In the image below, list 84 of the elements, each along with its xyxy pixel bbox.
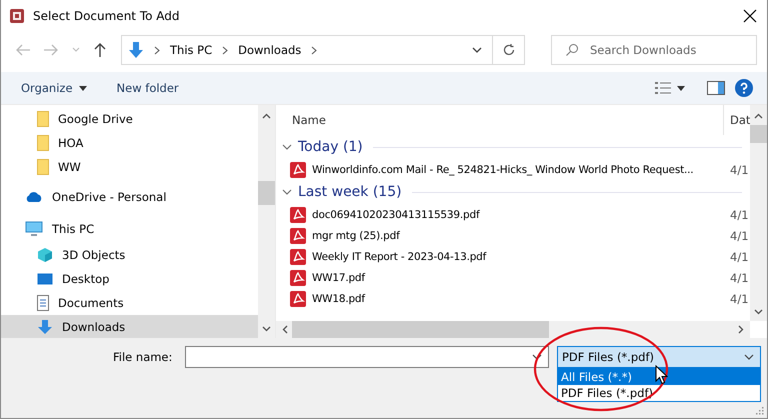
- folder-icon: [37, 111, 49, 127]
- address-bar[interactable]: This PC Downloads: [121, 35, 493, 65]
- file-name[interactable]: Winworldinfo.com Mail - Re_ 524821-Hicks_ Window World Photo Request...: [312, 164, 724, 176]
- close-icon[interactable]: [743, 9, 757, 23]
- chevron-right-icon: [154, 46, 160, 54]
- folder-icon: [37, 135, 49, 151]
- caret-icon[interactable]: [677, 86, 685, 90]
- search-icon: [565, 43, 579, 57]
- chevron-right-icon: [311, 46, 318, 54]
- chevron-down-icon[interactable]: [282, 142, 292, 152]
- pdf-file-icon: [290, 290, 306, 306]
- dropdown-option[interactable]: All Files (*.*): [558, 369, 760, 385]
- scrollbar[interactable]: [258, 105, 275, 338]
- scrollbar[interactable]: [276, 321, 750, 338]
- resize-grip-icon[interactable]: [756, 407, 764, 415]
- file-type-dropdown[interactable]: PDF Files (*.pdf): [557, 346, 761, 368]
- chevron-down-icon[interactable]: [282, 187, 292, 197]
- chevron-down-icon[interactable]: [754, 309, 763, 315]
- file-name[interactable]: doc06941020230413115539.pdf: [312, 208, 724, 220]
- pdf-file-icon: [290, 248, 306, 264]
- document-icon: [37, 295, 49, 311]
- dropdown-option[interactable]: PDF Files (*.pdf): [558, 385, 760, 401]
- download-arrow-icon: [128, 41, 144, 59]
- scrollbar-thumb[interactable]: [750, 125, 767, 143]
- nav-item[interactable]: OneDrive - Personal: [1, 183, 258, 211]
- file-date: 4/1: [730, 228, 750, 242]
- chevron-down-icon[interactable]: [262, 326, 271, 332]
- window-title: Select Document To Add: [33, 9, 180, 23]
- scrollbar-thumb[interactable]: [258, 181, 275, 205]
- column-header[interactable]: Name: [276, 113, 723, 127]
- help-icon[interactable]: [735, 79, 753, 97]
- nav-item[interactable]: Google Drive: [1, 107, 258, 131]
- chevron-right-icon: [222, 46, 228, 54]
- search-field[interactable]: Search Downloads: [551, 35, 757, 65]
- chevron-down-icon[interactable]: [472, 46, 482, 54]
- file-name-field[interactable]: [185, 346, 549, 368]
- file-name[interactable]: WW18.pdf: [312, 292, 724, 304]
- download-arrow-icon: [37, 319, 53, 335]
- caret-icon: [78, 86, 87, 90]
- chevron-left-icon[interactable]: [282, 325, 288, 334]
- nav-item[interactable]: Downloads: [1, 315, 258, 339]
- nav-item[interactable]: WW: [1, 155, 258, 179]
- chevron-down-icon[interactable]: [532, 354, 542, 360]
- pdf-file-icon: [290, 228, 306, 244]
- organize-menu[interactable]: Organize: [21, 81, 73, 95]
- file-name-label: File name:: [113, 350, 174, 364]
- cube-icon: [37, 247, 53, 263]
- file-name[interactable]: mgr mtg (25).pdf: [312, 230, 724, 242]
- pdf-file-icon: [290, 162, 306, 178]
- nav-item[interactable]: HOA: [1, 131, 258, 155]
- pdf-file-icon: [290, 206, 306, 222]
- file-date: 4/1: [730, 270, 750, 284]
- breadcrumb-item[interactable]: This PC: [170, 43, 212, 57]
- breadcrumb-item[interactable]: Downloads: [238, 43, 302, 57]
- up-arrow-icon[interactable]: [93, 42, 107, 58]
- file-date: 4/1: [730, 292, 750, 306]
- nav-item[interactable]: 3D Objects: [1, 243, 258, 267]
- file-date: 4/1: [730, 250, 750, 264]
- file-name[interactable]: WW17.pdf: [312, 272, 724, 284]
- file-name[interactable]: Weekly IT Report - 2023-04-13.pdf: [312, 250, 724, 262]
- preview-pane-icon[interactable]: [707, 81, 725, 95]
- chevron-down-icon: [744, 354, 754, 360]
- cloud-icon: [25, 191, 43, 203]
- computer-icon: [25, 221, 43, 237]
- nav-item[interactable]: Documents: [1, 291, 258, 315]
- chevron-up-icon[interactable]: [262, 113, 271, 119]
- refresh-icon: [502, 43, 516, 57]
- file-date: 4/1: [730, 162, 750, 176]
- group-header[interactable]: Today (1): [298, 139, 363, 155]
- desktop-icon: [37, 272, 53, 286]
- scrollbar[interactable]: [750, 105, 767, 321]
- chevron-up-icon[interactable]: [754, 113, 763, 119]
- refresh-button[interactable]: [493, 35, 525, 65]
- scrollbar-thumb[interactable]: [292, 321, 549, 338]
- pdf-file-icon: [290, 270, 306, 286]
- group-header[interactable]: Last week (15): [298, 184, 402, 200]
- nav-item[interactable]: This PC: [1, 215, 258, 243]
- file-date: 4/1: [730, 208, 750, 222]
- app-icon: [9, 8, 25, 24]
- view-options-icon[interactable]: [655, 81, 671, 95]
- folder-icon: [37, 159, 49, 175]
- nav-item[interactable]: Desktop: [1, 267, 258, 291]
- chevron-right-icon[interactable]: [738, 325, 744, 334]
- new-folder-button[interactable]: New folder: [116, 81, 179, 95]
